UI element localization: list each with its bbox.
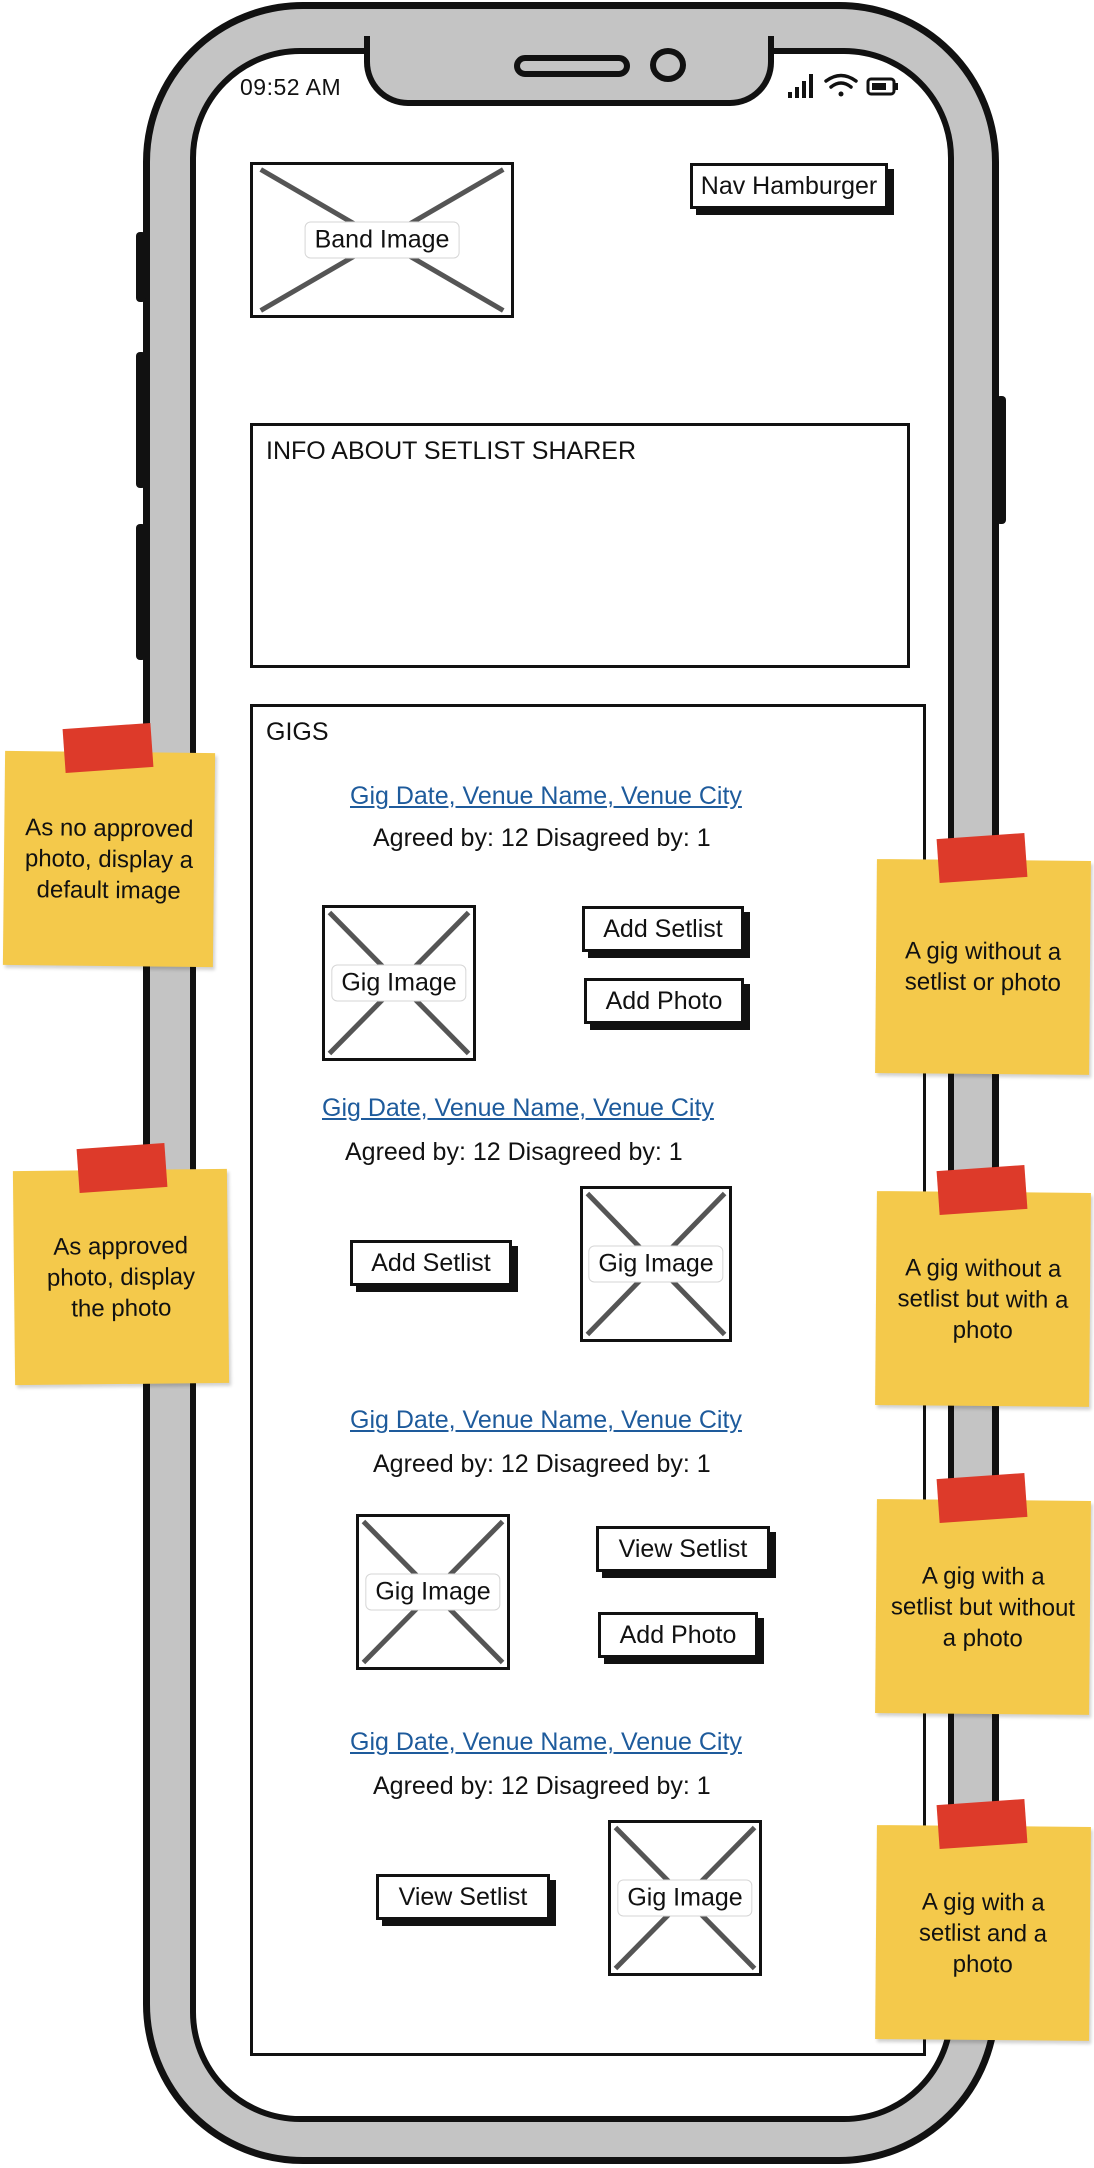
annotation-note: As approved photo, display the photo xyxy=(12,1168,230,1386)
gig-link[interactable]: Gig Date, Venue Name, Venue City xyxy=(350,1406,742,1435)
speaker-icon xyxy=(514,55,630,77)
annotation-note: A gig without a setlist but with a photo xyxy=(875,1191,1091,1407)
gig-image: Gig Image xyxy=(608,1820,762,1976)
tape-icon xyxy=(62,722,154,774)
tape-icon xyxy=(936,832,1028,884)
gig-image: Gig Image xyxy=(356,1514,510,1670)
wifi-icon xyxy=(824,73,858,97)
view-setlist-button[interactable]: View Setlist xyxy=(596,1526,770,1572)
gig-image-label: Gig Image xyxy=(617,1879,753,1917)
add-setlist-button[interactable]: Add Setlist xyxy=(582,906,744,952)
info-title: INFO ABOUT SETLIST SHARER xyxy=(266,437,636,465)
gig-image-label: Gig Image xyxy=(365,1573,501,1611)
status-icons xyxy=(786,70,902,102)
gig-link[interactable]: Gig Date, Venue Name, Venue City xyxy=(350,1728,742,1757)
view-setlist-button[interactable]: View Setlist xyxy=(376,1874,550,1920)
annotation-text: As no approved photo, display a default … xyxy=(24,813,194,905)
annotation-note: As no approved photo, display a default … xyxy=(2,750,216,968)
annotation-note: A gig without a setlist or photo xyxy=(875,859,1091,1075)
gig-image-label: Gig Image xyxy=(588,1245,724,1283)
annotation-text: A gig with a setlist but without a photo xyxy=(890,1561,1076,1652)
phone-side-button xyxy=(136,232,146,302)
phone-power-button xyxy=(996,396,1006,524)
annotation-text: A gig with a setlist and a photo xyxy=(918,1887,1048,1978)
camera-icon xyxy=(650,48,686,82)
nav-hamburger-button[interactable]: Nav Hamburger xyxy=(690,163,888,209)
gig-image: Gig Image xyxy=(580,1186,732,1342)
gig-votes: Agreed by: 12 Disagreed by: 1 xyxy=(373,1772,711,1800)
phone-volume-down-button xyxy=(136,524,146,660)
gig-votes: Agreed by: 12 Disagreed by: 1 xyxy=(373,1450,711,1478)
annotation-note: A gig with a setlist but without a photo xyxy=(875,1499,1091,1715)
band-image: Band Image xyxy=(250,162,514,318)
battery-icon xyxy=(866,77,898,96)
add-photo-button[interactable]: Add Photo xyxy=(584,978,744,1024)
gigs-title: GIGS xyxy=(266,718,329,746)
tape-icon xyxy=(936,1798,1028,1850)
gig-link[interactable]: Gig Date, Venue Name, Venue City xyxy=(322,1094,714,1123)
band-image-label: Band Image xyxy=(304,221,460,259)
gig-image-label: Gig Image xyxy=(331,964,467,1002)
status-time: 09:52 AM xyxy=(240,74,342,100)
annotation-text: A gig without a setlist but with a photo xyxy=(897,1253,1069,1344)
gig-image: Gig Image xyxy=(322,905,476,1061)
annotation-text: A gig without a setlist or photo xyxy=(904,937,1062,997)
info-section: INFO ABOUT SETLIST SHARER xyxy=(250,423,910,668)
tape-icon xyxy=(936,1164,1028,1216)
add-setlist-button[interactable]: Add Setlist xyxy=(350,1240,512,1286)
gig-votes: Agreed by: 12 Disagreed by: 1 xyxy=(373,824,711,852)
tape-icon xyxy=(936,1472,1028,1524)
gig-votes: Agreed by: 12 Disagreed by: 1 xyxy=(345,1138,683,1166)
annotation-note: A gig with a setlist and a photo xyxy=(875,1825,1091,2041)
annotation-text: As approved photo, display the photo xyxy=(46,1231,196,1323)
tape-icon xyxy=(76,1142,168,1194)
signal-icon xyxy=(788,74,813,98)
phone-volume-up-button xyxy=(136,352,146,488)
gig-link[interactable]: Gig Date, Venue Name, Venue City xyxy=(350,782,742,811)
add-photo-button[interactable]: Add Photo xyxy=(598,1612,758,1658)
